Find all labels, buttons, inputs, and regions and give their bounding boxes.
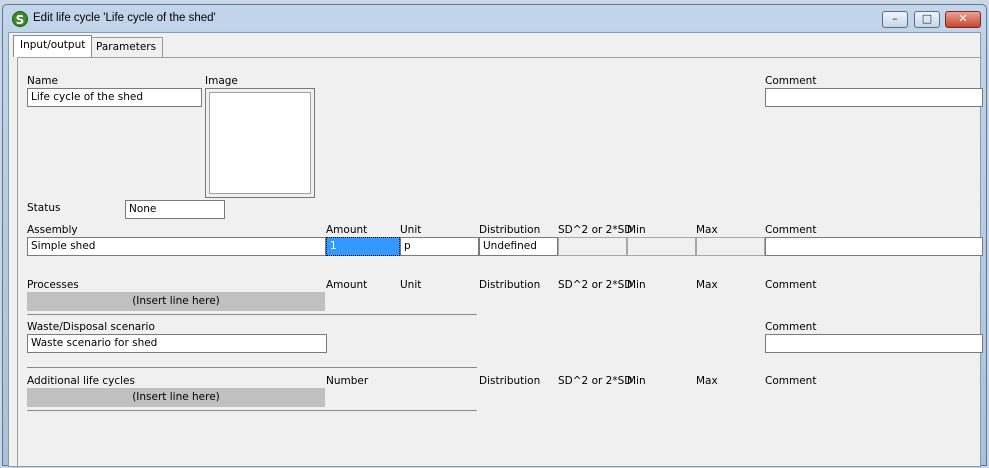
minimize-button[interactable]: – xyxy=(882,11,908,28)
min-header: Min xyxy=(627,224,646,236)
window-title: Edit life cycle 'Life cycle of the shed' xyxy=(33,12,216,24)
edit-life-cycle-window: S Edit life cycle 'Life cycle of the she… xyxy=(2,4,987,468)
max-header: Max xyxy=(696,224,718,236)
processes-amount-header: Amount xyxy=(326,279,368,291)
sd-header: SD^2 or 2*SD xyxy=(558,224,633,236)
tab-input-output[interactable]: Input/output xyxy=(13,35,93,57)
window-client-area: Input/output Parameters Name Life cycle … xyxy=(8,32,983,468)
processes-min-header: Min xyxy=(627,279,646,291)
assembly-unit-field[interactable]: p xyxy=(400,237,479,256)
processes-separator xyxy=(27,314,477,315)
processes-header: Processes xyxy=(27,279,79,291)
processes-comment-header: Comment xyxy=(765,279,817,291)
additional-comment-header: Comment xyxy=(765,375,817,387)
assembly-header: Assembly xyxy=(27,224,78,236)
waste-separator xyxy=(27,367,477,368)
assembly-comment-field[interactable] xyxy=(765,237,983,256)
additional-separator xyxy=(27,410,477,411)
additional-insert-line[interactable]: (Insert line here) xyxy=(27,388,325,407)
input-output-panel: Name Life cycle of the shed Image Commen… xyxy=(17,57,983,468)
additional-sd-header: SD^2 or 2*SD xyxy=(558,375,633,387)
image-canvas xyxy=(209,92,311,194)
comment-label: Comment xyxy=(765,75,817,87)
assembly-comment-header: Comment xyxy=(765,224,817,236)
waste-comment-field[interactable] xyxy=(765,334,983,353)
assembly-amount-field[interactable]: 1 xyxy=(326,237,400,256)
assembly-name-field[interactable]: Simple shed xyxy=(27,237,326,256)
image-label: Image xyxy=(205,75,238,87)
processes-insert-line[interactable]: (Insert line here) xyxy=(27,292,325,311)
assembly-sd-field xyxy=(558,237,627,256)
assembly-max-field xyxy=(696,237,765,256)
additional-life-cycles-header: Additional life cycles xyxy=(27,375,135,387)
processes-sd-header: SD^2 or 2*SD xyxy=(558,279,633,291)
amount-header: Amount xyxy=(326,224,368,236)
simapro-app-icon: S xyxy=(12,11,28,27)
processes-unit-header: Unit xyxy=(400,279,422,291)
comment-field[interactable] xyxy=(765,88,983,107)
name-field[interactable]: Life cycle of the shed xyxy=(27,88,202,107)
close-button[interactable]: ✕ xyxy=(945,11,981,28)
additional-min-header: Min xyxy=(627,375,646,387)
waste-label: Waste/Disposal scenario xyxy=(27,321,155,333)
processes-distribution-header: Distribution xyxy=(479,279,541,291)
distribution-header: Distribution xyxy=(479,224,541,236)
title-bar[interactable]: S Edit life cycle 'Life cycle of the she… xyxy=(3,5,986,32)
status-label: Status xyxy=(27,202,61,214)
waste-comment-label: Comment xyxy=(765,321,817,333)
waste-scenario-field[interactable]: Waste scenario for shed xyxy=(27,334,327,353)
name-label: Name xyxy=(27,75,58,87)
additional-max-header: Max xyxy=(696,375,718,387)
tab-strip: Input/output Parameters xyxy=(9,33,980,57)
unit-header: Unit xyxy=(400,224,422,236)
additional-number-header: Number xyxy=(326,375,369,387)
maximize-button[interactable]: □ xyxy=(914,11,940,28)
assembly-min-field xyxy=(627,237,696,256)
processes-max-header: Max xyxy=(696,279,718,291)
assembly-distribution-field[interactable]: Undefined xyxy=(479,237,558,256)
tab-parameters[interactable]: Parameters xyxy=(89,37,164,57)
additional-distribution-header: Distribution xyxy=(479,375,541,387)
status-field[interactable]: None xyxy=(125,200,225,219)
image-placeholder[interactable] xyxy=(205,88,315,198)
